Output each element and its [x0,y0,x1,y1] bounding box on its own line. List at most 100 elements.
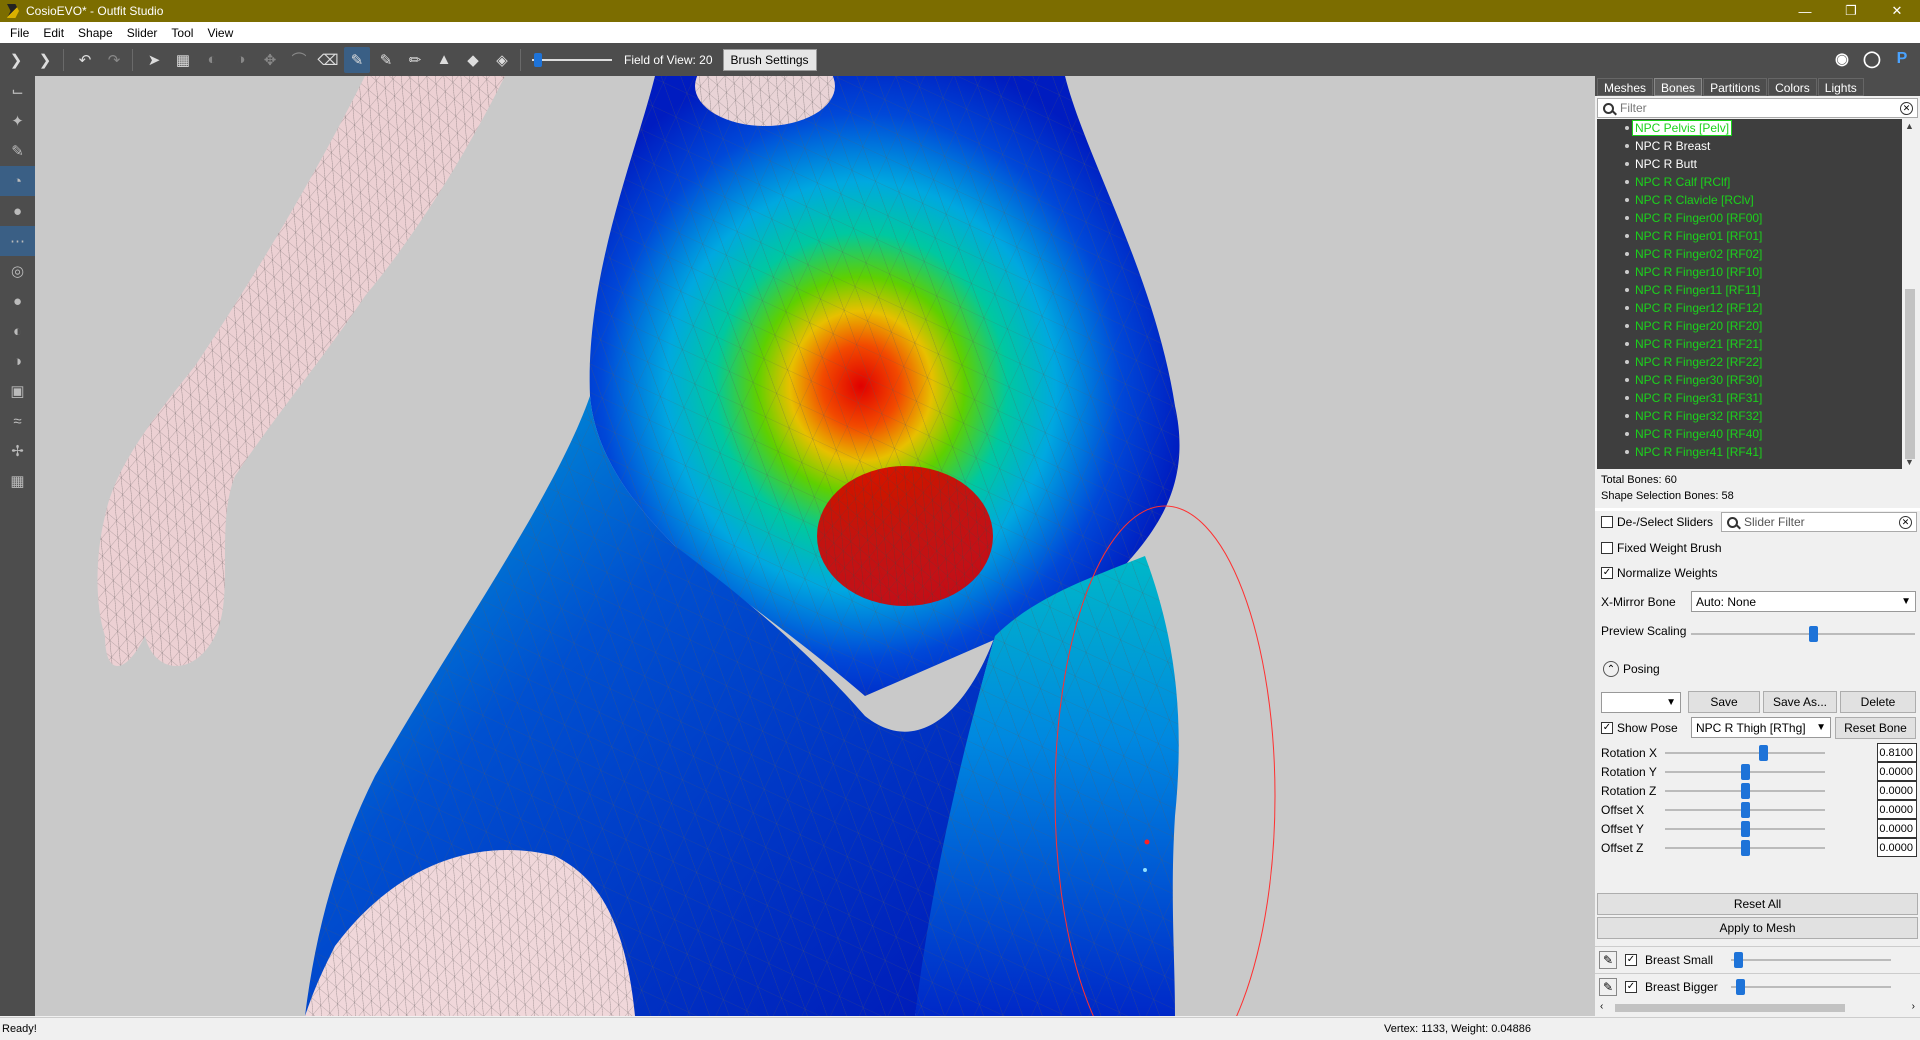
pose-bone-select[interactable]: NPC R Thigh [RThg] ▼ [1691,717,1831,738]
bone-list-item[interactable]: NPC R Finger12 [RF12] [1597,299,1918,317]
bone-list-item[interactable]: NPC R Finger41 [RF41] [1597,443,1918,461]
edit-slider-icon[interactable]: ✎ [1599,950,1617,969]
bone-list-item[interactable]: NPC R Finger30 [RF30] [1597,371,1918,389]
menu-edit[interactable]: Edit [36,26,71,40]
pose-row-value[interactable]: 0.0000 [1877,838,1917,857]
vertex-edit-icon[interactable]: ✎ [0,136,35,166]
node-view-icon[interactable]: ✢ [0,436,35,466]
bone-list-item[interactable]: NPC R Finger00 [RF00] [1597,209,1918,227]
menu-slider[interactable]: Slider [120,26,165,40]
tab-meshes[interactable]: Meshes [1597,78,1654,96]
preview-scaling-slider[interactable] [1691,626,1915,642]
slider-checkbox[interactable]: ✓ [1625,953,1637,966]
floor-grid-icon[interactable]: ▦ [0,466,35,496]
deselect-sliders-checkbox[interactable]: De-/Select Sliders [1601,515,1713,529]
apply-to-mesh-button[interactable]: Apply to Mesh [1597,917,1918,939]
slider-filter-input[interactable]: Slider Filter ✕ [1721,512,1917,532]
x-mirror-icon[interactable]: ◔ [0,166,35,196]
clear-slider-filter-icon[interactable]: ✕ [1899,516,1912,529]
bone-filter-input[interactable]: Filter ✕ [1597,98,1918,118]
bone-list-item[interactable]: NPC R Finger11 [RF11] [1597,281,1918,299]
weight-brush-icon[interactable]: ✎ [344,46,370,73]
collapse-icon[interactable]: ⌃ [1603,661,1619,677]
deflate-brush-icon[interactable]: ◑ [228,47,254,73]
bone-list-item[interactable]: NPC R Finger01 [RF01] [1597,227,1918,245]
fixed-weight-checkbox[interactable]: Fixed Weight Brush [1601,541,1722,555]
pivot-icon[interactable]: ✦ [0,106,35,136]
tab-lights[interactable]: Lights [1817,78,1864,96]
bone-list-item[interactable]: NPC R Finger02 [RF02] [1597,245,1918,263]
undo-icon[interactable]: ↶ [72,47,98,73]
menu-view[interactable]: View [200,26,240,40]
pose-row-value[interactable]: 0.0000 [1877,819,1917,838]
pose-select[interactable]: ▼ [1601,692,1681,713]
slider-row[interactable]: ✎ ✓ Breast Bigger [1595,973,1920,999]
close-icon[interactable]: ✕ [1874,0,1920,22]
bone-view-icon[interactable]: ≈ [0,406,35,436]
bone-list-item[interactable]: NPC R Butt [1597,155,1918,173]
smooth-brush-icon[interactable]: ⌒ [286,47,312,73]
mask-brush-icon[interactable]: ▦ [170,47,196,73]
save-pose-button[interactable]: Save [1688,691,1760,713]
load-reference-icon[interactable]: ❯ [3,47,29,73]
scroll-left-icon[interactable]: ‹ [1600,1001,1603,1012]
bone-list-item[interactable]: NPC R Finger31 [RF31] [1597,389,1918,407]
split-edge-icon[interactable]: ◈ [489,47,515,73]
load-outfit-icon[interactable]: ❯ [32,47,58,73]
pose-row-slider[interactable] [1665,783,1825,799]
pose-row-value[interactable]: 0.0000 [1877,800,1917,819]
scroll-right-icon[interactable]: › [1912,1001,1915,1012]
normalize-weights-checkbox[interactable]: ✓ Normalize Weights [1601,566,1717,580]
slider-control[interactable] [1731,978,1891,995]
collapse-vertex-icon[interactable]: ▲ [431,47,457,73]
bone-list-item[interactable]: NPC R Finger10 [RF10] [1597,263,1918,281]
minimize-icon[interactable]: — [1782,0,1828,22]
move-brush-icon[interactable]: ✥ [257,47,283,73]
scroll-down-icon[interactable]: ▼ [1905,457,1914,467]
menu-shape[interactable]: Shape [71,26,120,40]
bone-list-item[interactable]: NPC R Finger40 [RF40] [1597,425,1918,443]
global-brush-icon[interactable]: ⋯ [0,226,35,256]
bone-list-item[interactable]: NPC R Clavicle [RClv] [1597,191,1918,209]
bone-list-item[interactable]: NPC R Finger22 [RF22] [1597,353,1918,371]
inflate-brush-icon[interactable]: ◐ [199,47,225,73]
reset-all-button[interactable]: Reset All [1597,893,1918,915]
xmirror-select[interactable]: Auto: None ▼ [1691,591,1916,612]
3d-viewport[interactable] [35,76,1595,1016]
pose-row-slider[interactable] [1665,745,1825,761]
bone-list-item[interactable]: NPC R Breast [1597,137,1918,155]
bone-list-item[interactable]: NPC R Finger21 [RF21] [1597,335,1918,353]
slider-control[interactable] [1731,951,1891,968]
pose-row-value[interactable]: 0.0000 [1877,762,1917,781]
slider-checkbox[interactable]: ✓ [1625,980,1637,993]
menu-tool[interactable]: Tool [164,26,200,40]
lighting-icon[interactable]: ● [0,286,35,316]
bone-list[interactable]: NPC Pelvis [Pelv] NPC R Breast NPC R Butt N… [1597,119,1918,469]
alpha-brush-icon[interactable]: ✏ [402,47,428,73]
menu-file[interactable]: File [3,26,36,40]
pose-row-slider[interactable] [1665,821,1825,837]
pose-row-slider[interactable] [1665,840,1825,856]
color-brush-icon[interactable]: ✎ [373,47,399,73]
connected-only-icon[interactable]: ● [0,196,35,226]
pose-row-value[interactable]: 0.8100 [1877,743,1917,762]
mask-view-icon[interactable]: ◑ [0,346,35,376]
undiff-brush-icon[interactable]: ⌫ [315,47,341,73]
github-icon[interactable]: ◯ [1860,46,1884,72]
bone-list-item[interactable]: NPC R Calf [RClf] [1597,173,1918,191]
field-of-view-slider[interactable] [532,52,612,68]
bone-list-scrollbar[interactable]: ▲ ▼ [1902,119,1918,469]
discord-icon[interactable]: ◉ [1830,46,1854,72]
flip-edge-icon[interactable]: ◆ [460,47,486,73]
wireframe-icon[interactable]: ◎ [0,256,35,286]
posing-header[interactable]: ⌃ Posing [1597,656,1918,682]
pose-row-slider[interactable] [1665,764,1825,780]
delete-pose-button[interactable]: Delete [1840,691,1916,713]
show-pose-checkbox[interactable]: ✓ Show Pose [1601,721,1678,735]
tab-partitions[interactable]: Partitions [1703,78,1768,96]
edit-slider-icon[interactable]: ✎ [1599,977,1617,996]
bone-list-item[interactable]: NPC R Finger32 [RF32] [1597,407,1918,425]
textures-icon[interactable]: ◐ [0,316,35,346]
brush-settings-button[interactable]: Brush Settings [722,48,817,71]
bone-list-item[interactable]: NPC R Finger20 [RF20] [1597,317,1918,335]
